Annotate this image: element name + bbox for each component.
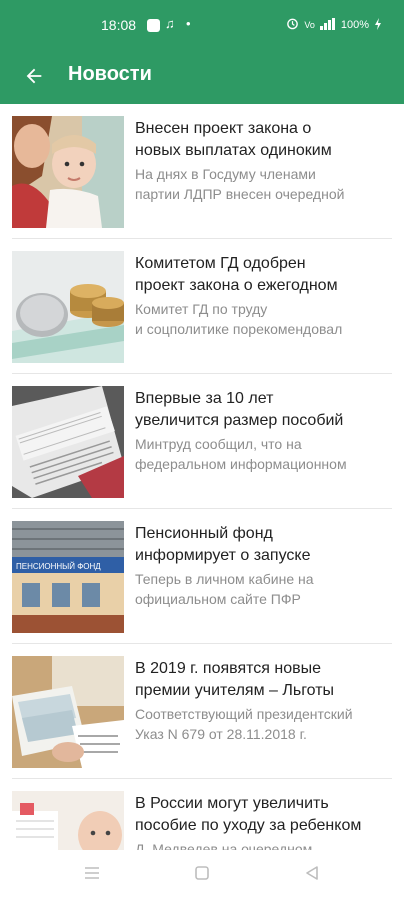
- status-right-group: Vo 100%: [286, 17, 382, 33]
- news-description: Комитет ГД по труду и соцполитике пореко…: [135, 299, 392, 339]
- news-desc-line: Соответствующий президентский: [135, 706, 353, 722]
- news-desc-line: Д. Медведев на очередном: [135, 841, 313, 850]
- news-title-line: новых выплатах одиноким: [135, 142, 332, 159]
- news-title-line: Пенсионный фонд: [135, 525, 273, 542]
- news-description: Соответствующий президентский Указ N 679…: [135, 704, 392, 744]
- battery-text: 100%: [340, 19, 369, 31]
- news-text: Впервые за 10 лет увеличится размер посо…: [135, 388, 392, 474]
- page-title: Новости: [68, 63, 152, 85]
- system-nav-bar: [0, 850, 404, 900]
- news-title-line: В России могут увеличить: [135, 795, 329, 812]
- news-item[interactable]: Впервые за 10 лет увеличится размер посо…: [12, 374, 392, 509]
- news-desc-line: партии ЛДПР внесен очередной: [135, 186, 345, 202]
- news-description: Д. Медведев на очередном: [135, 839, 392, 850]
- news-title-line: В 2019 г. появятся новые: [135, 660, 322, 677]
- arrow-left-icon: [23, 65, 45, 92]
- news-desc-line: официальном сайте ПФР: [135, 591, 301, 607]
- signal-icon: [319, 17, 336, 33]
- app-bar: Новости: [0, 52, 404, 104]
- battery-icon: [374, 17, 382, 33]
- back-button[interactable]: [14, 58, 54, 98]
- news-thumbnail-mother-baby: [12, 116, 124, 228]
- news-desc-line: Указ N 679 от 28.11.2018 г.: [135, 726, 307, 742]
- news-text: Пенсионный фонд информирует о запуске Те…: [135, 523, 392, 609]
- news-title: Комитетом ГД одобрен проект закона о еже…: [135, 253, 392, 297]
- menu-button[interactable]: [81, 864, 103, 886]
- news-text: Комитетом ГД одобрен проект закона о еже…: [135, 253, 392, 339]
- news-thumbnail-pension-fund: ПЕНСИОННЫЙ ФОНД: [12, 521, 124, 633]
- news-desc-line: Теперь в личном кабине на: [135, 571, 314, 587]
- news-title-line: Внесен проект закона о: [135, 120, 312, 137]
- news-desc-line: Минтруд сообщил, что на: [135, 436, 302, 452]
- news-description: Теперь в личном кабине на официальном са…: [135, 569, 392, 609]
- home-button[interactable]: [191, 864, 213, 886]
- square-notification-icon: [147, 19, 160, 32]
- news-desc-line: Комитет ГД по труду: [135, 301, 268, 317]
- menu-icon: [84, 866, 100, 885]
- news-thumbnail-baby: [12, 791, 124, 850]
- news-item[interactable]: В России могут увеличить пособие по уход…: [12, 779, 392, 850]
- news-title-line: проект закона о ежегодном: [135, 277, 338, 294]
- music-icon: ♫: [165, 16, 175, 31]
- back-triangle-icon: [305, 865, 319, 885]
- header: 18:08 ♫ • Vo 100% Новости: [0, 0, 404, 104]
- news-text: Внесен проект закона о новых выплатах од…: [135, 118, 392, 204]
- news-desc-line: На днях в Госдуму членами: [135, 166, 316, 182]
- news-desc-line: и соцполитике порекомендовал: [135, 321, 343, 337]
- news-title-line: информирует о запуске: [135, 547, 311, 564]
- news-text: В 2019 г. появятся новые премии учителям…: [135, 658, 392, 744]
- status-bar: 18:08 ♫ • Vo 100%: [0, 0, 404, 52]
- news-title-line: пособие по уходу за ребенком: [135, 817, 362, 834]
- news-title: Внесен проект закона о новых выплатах од…: [135, 118, 392, 162]
- news-title-line: увеличится размер пособий: [135, 412, 344, 429]
- status-time: 18:08: [101, 17, 137, 33]
- dot-icon: •: [186, 16, 191, 31]
- news-item[interactable]: ПЕНСИОННЫЙ ФОНД Пенсионный фонд информир…: [12, 509, 392, 644]
- news-thumbnail-money-documents: [12, 656, 124, 768]
- news-list: Внесен проект закона о новых выплатах од…: [0, 104, 404, 850]
- system-back-button[interactable]: [301, 864, 323, 886]
- news-text: В России могут увеличить пособие по уход…: [135, 793, 392, 850]
- news-title: Пенсионный фонд информирует о запуске: [135, 523, 392, 567]
- news-title-line: Впервые за 10 лет: [135, 390, 274, 407]
- news-title: В России могут увеличить пособие по уход…: [135, 793, 392, 837]
- news-title: Впервые за 10 лет увеличится размер посо…: [135, 388, 392, 432]
- news-thumbnail-coins: [12, 251, 124, 363]
- news-item[interactable]: Комитетом ГД одобрен проект закона о еже…: [12, 239, 392, 374]
- news-item[interactable]: Внесен проект закона о новых выплатах од…: [12, 104, 392, 239]
- news-thumbnail-newspaper: [12, 386, 124, 498]
- news-title: В 2019 г. появятся новые премии учителям…: [135, 658, 392, 702]
- news-item[interactable]: В 2019 г. появятся новые премии учителям…: [12, 644, 392, 779]
- news-title-line: Комитетом ГД одобрен: [135, 255, 306, 272]
- volte-icon: Vo: [304, 20, 315, 30]
- news-description: На днях в Госдуму членами партии ЛДПР вн…: [135, 164, 392, 204]
- alarm-icon: [286, 17, 299, 33]
- news-desc-line: федеральном информационном: [135, 456, 347, 472]
- home-icon: [195, 865, 209, 885]
- news-title-line: премии учителям – Льготы: [135, 682, 335, 699]
- building-sign-text: ПЕНСИОННЫЙ ФОНД: [16, 562, 101, 571]
- news-description: Минтруд сообщил, что на федеральном инфо…: [135, 434, 392, 474]
